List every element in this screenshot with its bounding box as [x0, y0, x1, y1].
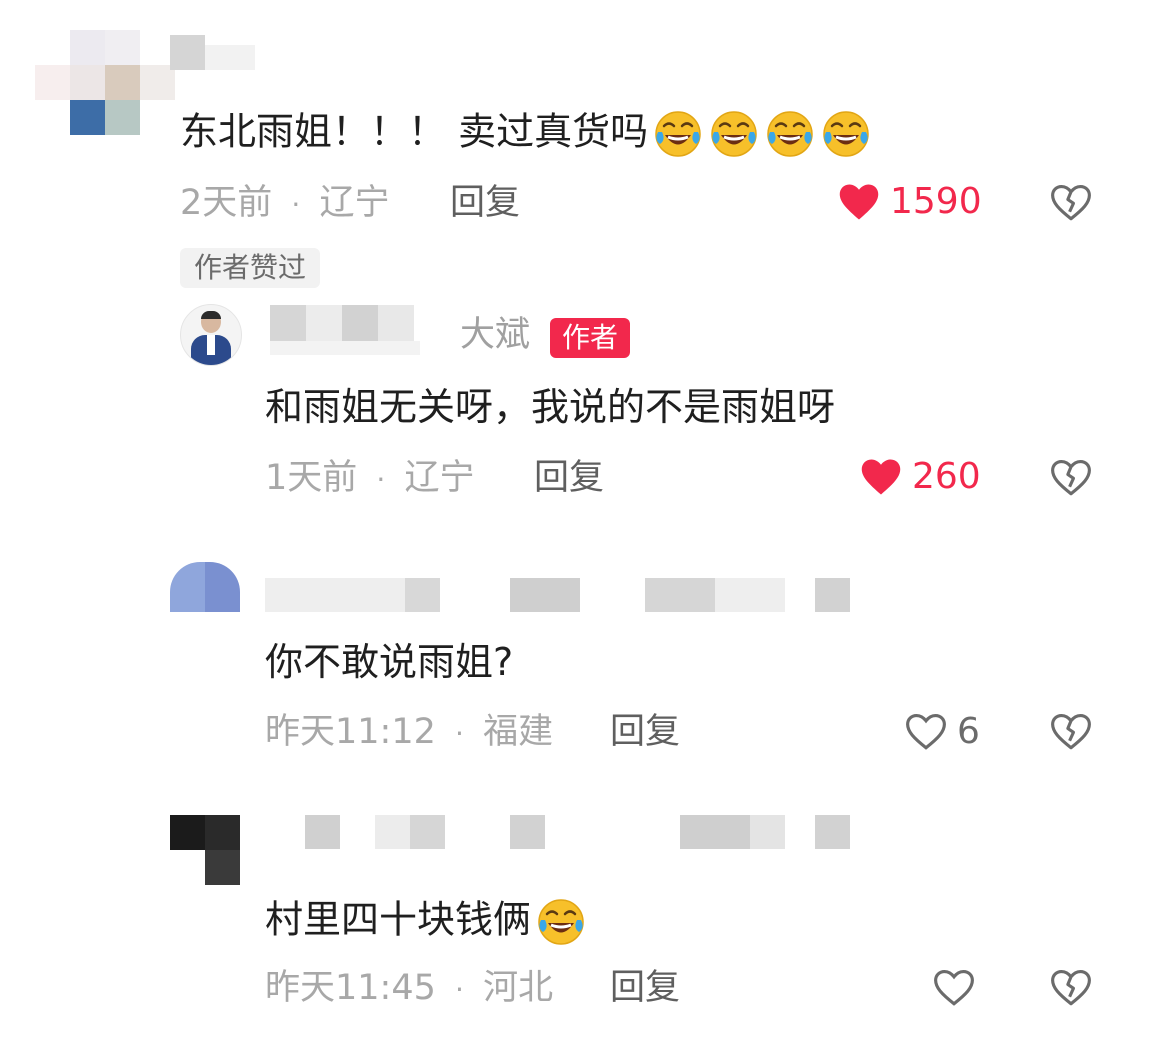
reply-button[interactable]: 回复 [534, 461, 604, 496]
timestamp: 昨天11:12 [265, 712, 436, 752]
like-button[interactable]: 260 [860, 457, 981, 497]
dislike-button[interactable] [1050, 458, 1092, 502]
laughing-crying-emoji-icon [767, 111, 813, 157]
avatar[interactable] [180, 304, 242, 366]
username-blurred[interactable] [265, 578, 865, 612]
avatar[interactable] [170, 562, 240, 612]
username-blurred[interactable] [170, 35, 260, 70]
author-badge: 作者 [550, 318, 631, 358]
reply-button[interactable]: 回复 [450, 186, 520, 221]
broken-heart-icon [1051, 713, 1091, 750]
heart-icon [839, 184, 879, 220]
comment-text: 村里四十块钱俩 [265, 896, 587, 948]
dislike-button[interactable] [1050, 183, 1092, 227]
separator: · [291, 188, 301, 221]
timestamp: 昨天11:45 [265, 968, 436, 1008]
comment-text: 和雨姐无关呀，我说的不是雨姐呀 [265, 385, 836, 429]
location: 河北 [483, 968, 554, 1008]
laughing-crying-emoji-icon [648, 110, 872, 157]
broken-heart-icon [1051, 459, 1091, 496]
username-blurred[interactable] [270, 305, 450, 355]
location: 辽宁 [404, 458, 475, 498]
laughing-crying-emoji-icon [538, 899, 584, 945]
location: 福建 [483, 712, 554, 752]
comment-meta: 昨天11:45 · 河北 [265, 971, 553, 1006]
separator: · [455, 973, 464, 1006]
avatar[interactable] [35, 30, 175, 140]
like-button[interactable] [933, 968, 985, 1008]
dislike-button[interactable] [1050, 712, 1092, 756]
heart-icon [934, 969, 974, 1006]
like-button[interactable]: 1590 [838, 182, 982, 222]
dislike-button[interactable] [1050, 968, 1092, 1012]
separator: · [455, 717, 464, 750]
comment-meta: 2天前 · 辽宁 [180, 186, 389, 221]
comment-meta: 昨天11:12 · 福建 [265, 715, 553, 750]
like-count: 6 [957, 711, 980, 752]
reply-button[interactable]: 回复 [610, 715, 680, 750]
like-count: 260 [912, 456, 981, 497]
comment-text: 东北雨姐！！！ 卖过真货吗 [180, 108, 872, 160]
broken-heart-icon [1051, 184, 1091, 221]
username-suffix[interactable]: 大斌 [460, 318, 530, 353]
like-button[interactable]: 6 [905, 712, 980, 752]
timestamp: 2天前 [180, 183, 273, 223]
laughing-crying-emoji-icon [711, 111, 757, 157]
location: 辽宁 [319, 183, 390, 223]
username-blurred[interactable] [270, 815, 870, 849]
author-liked-tag: 作者赞过 [180, 248, 321, 288]
like-count: 1590 [890, 181, 982, 222]
comment-meta: 1天前 · 辽宁 [265, 461, 474, 496]
heart-icon [861, 459, 901, 495]
comment-text: 你不敢说雨姐? [265, 640, 514, 684]
laughing-crying-emoji-icon [531, 898, 587, 945]
reply-button[interactable]: 回复 [610, 971, 680, 1006]
heart-icon [906, 713, 946, 750]
laughing-crying-emoji-icon [655, 111, 701, 157]
separator: · [376, 463, 386, 496]
timestamp: 1天前 [265, 458, 358, 498]
avatar[interactable] [170, 815, 240, 885]
broken-heart-icon [1051, 969, 1091, 1006]
laughing-crying-emoji-icon [823, 111, 869, 157]
